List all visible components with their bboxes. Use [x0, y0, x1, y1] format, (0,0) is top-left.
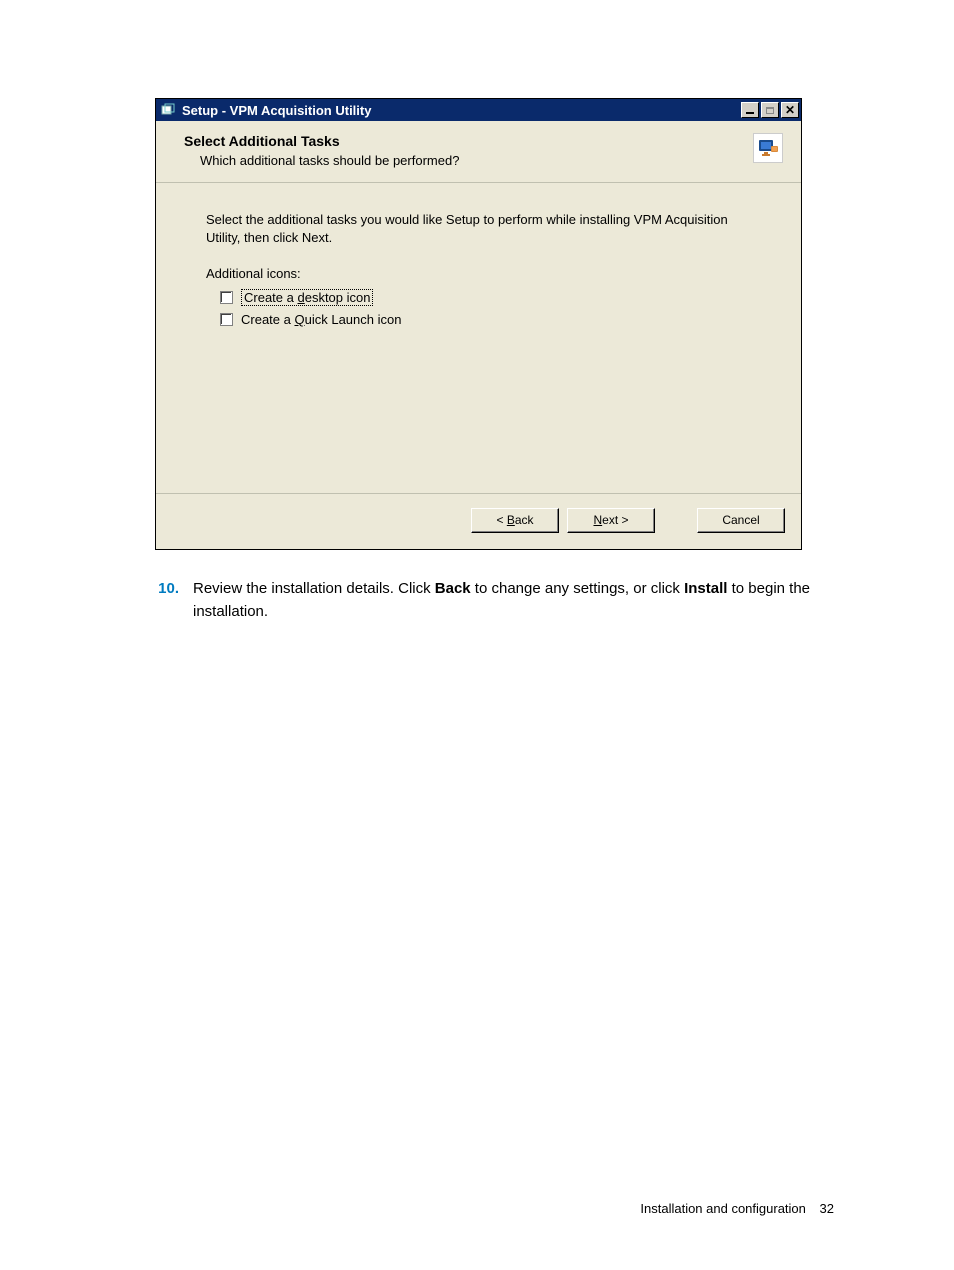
- wizard-icon: [753, 133, 783, 163]
- checkbox-desktop-icon[interactable]: [220, 291, 233, 304]
- label-text: <: [496, 513, 506, 527]
- label-hotkey: N: [593, 513, 602, 527]
- footer-section: Installation and configuration: [640, 1201, 806, 1216]
- label-text: ack: [515, 513, 534, 527]
- label-text: ext >: [602, 513, 628, 527]
- text: Review the installation details. Click: [193, 580, 435, 597]
- close-button[interactable]: ✕: [781, 102, 799, 118]
- app-icon: [160, 102, 176, 118]
- label-text: esktop icon: [305, 290, 371, 305]
- titlebar[interactable]: Setup - VPM Acquisition Utility ✕: [156, 99, 801, 121]
- checkbox-desktop-icon-label[interactable]: Create a desktop icon: [241, 289, 373, 306]
- setup-dialog: Setup - VPM Acquisition Utility ✕ Select…: [155, 98, 802, 550]
- text-bold: Back: [435, 580, 471, 597]
- checkbox-quicklaunch[interactable]: [220, 313, 233, 326]
- page-footer: Installation and configuration 32: [640, 1201, 834, 1216]
- wizard-body: Select the additional tasks you would li…: [156, 183, 801, 493]
- label-text: uick Launch icon: [305, 312, 402, 327]
- cancel-button[interactable]: Cancel: [697, 508, 785, 533]
- minimize-button[interactable]: [741, 102, 759, 118]
- maximize-button[interactable]: [761, 102, 779, 118]
- label-hotkey: d: [297, 290, 304, 305]
- checkbox-quicklaunch-label[interactable]: Create a Quick Launch icon: [241, 312, 401, 327]
- window-title: Setup - VPM Acquisition Utility: [182, 103, 733, 118]
- text: to change any settings, or click: [471, 580, 684, 597]
- wizard-header: Select Additional Tasks Which additional…: [156, 121, 801, 183]
- instruction-text: Select the additional tasks you would li…: [206, 211, 746, 246]
- checkbox-quicklaunch-row: Create a Quick Launch icon: [206, 312, 751, 327]
- back-button[interactable]: < Back: [471, 508, 559, 533]
- checkbox-desktop-icon-row: Create a desktop icon: [206, 289, 751, 306]
- step-number: 10.: [155, 578, 179, 623]
- instruction-step: 10. Review the installation details. Cli…: [155, 578, 834, 623]
- label-text: Create a: [244, 290, 297, 305]
- window-controls: ✕: [739, 102, 799, 118]
- footer-page-number: 32: [820, 1201, 834, 1216]
- label-hotkey: B: [507, 513, 515, 527]
- label-text: Create a: [241, 312, 294, 327]
- group-label-additional-icons: Additional icons:: [206, 266, 751, 281]
- label-hotkey: Q: [294, 312, 304, 327]
- text-bold: Install: [684, 580, 727, 597]
- step-text: Review the installation details. Click B…: [193, 578, 834, 623]
- next-button[interactable]: Next >: [567, 508, 655, 533]
- page-subtitle: Which additional tasks should be perform…: [184, 153, 459, 168]
- page-title: Select Additional Tasks: [184, 133, 459, 149]
- wizard-footer: < Back Next > Cancel: [156, 493, 801, 549]
